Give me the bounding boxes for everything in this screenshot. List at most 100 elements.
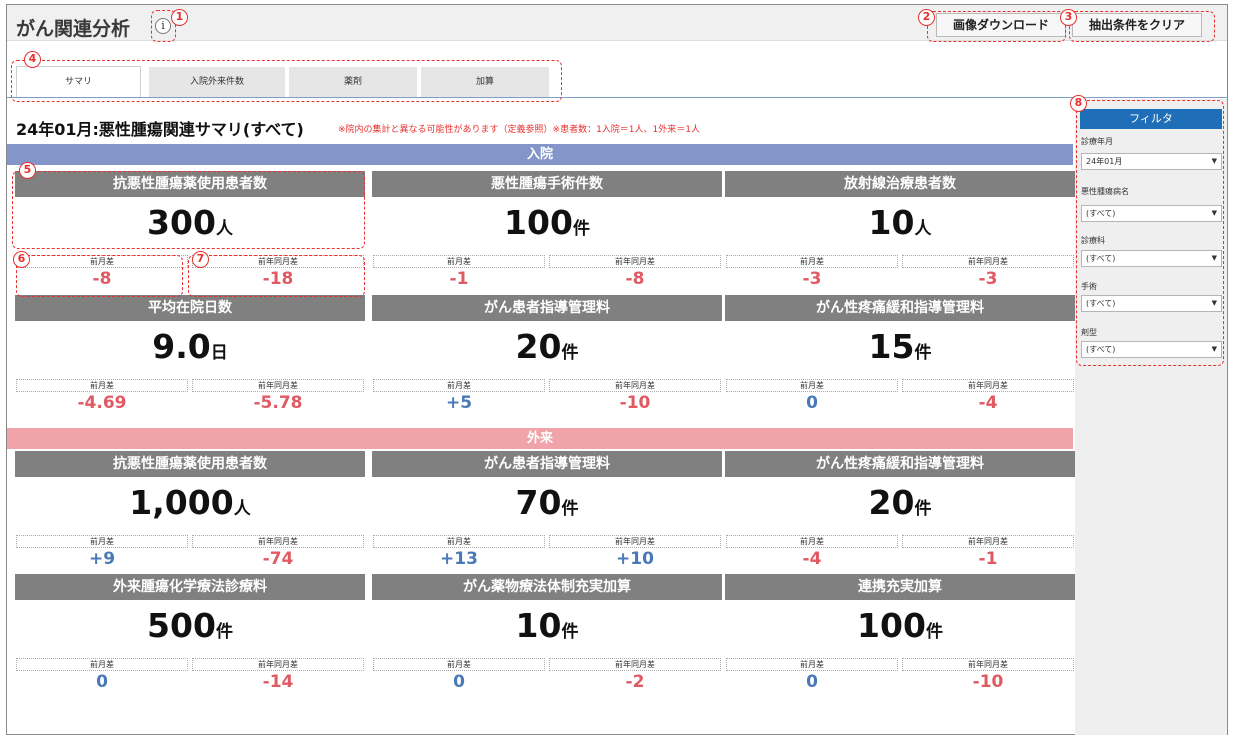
- value-number: 15: [868, 327, 915, 366]
- card-value: 100件: [725, 606, 1075, 645]
- value-unit: 件: [561, 499, 579, 519]
- month-select-value: 24年01月: [1086, 157, 1123, 166]
- card-title: がん性疼痛緩和指導管理料: [725, 451, 1075, 477]
- mom-value: +9: [88, 549, 116, 569]
- surgery-select-value: (すべて): [1086, 299, 1116, 308]
- disease-select[interactable]: (すべて) ▼: [1081, 205, 1222, 222]
- yoy-label: 前年同月差: [902, 658, 1074, 671]
- value-number: 300: [147, 203, 216, 242]
- tab-underline: [7, 97, 1227, 98]
- form-select-value: (すべて): [1086, 345, 1116, 354]
- card-value: 20件: [725, 483, 1075, 522]
- mom-label: 前月差: [373, 379, 545, 392]
- department-select[interactable]: (すべて) ▼: [1081, 250, 1222, 267]
- card-title: 平均在院日数: [15, 295, 365, 321]
- card-title: がん性疼痛緩和指導管理料: [725, 295, 1075, 321]
- form-select[interactable]: (すべて) ▼: [1081, 341, 1222, 358]
- value-number: 20: [868, 483, 915, 522]
- month-select[interactable]: 24年01月 ▼: [1081, 153, 1222, 170]
- disease-select-value: (すべて): [1086, 209, 1116, 218]
- tab-drugs[interactable]: 薬剤: [289, 67, 417, 97]
- value-unit: 人: [914, 219, 932, 239]
- value-unit: 件: [572, 219, 590, 239]
- mom-value: +5: [445, 393, 473, 413]
- value-number: 9.0: [152, 327, 211, 366]
- card-title: 外来腫瘍化学療法診療料: [15, 574, 365, 600]
- card-value: 20件: [372, 327, 722, 366]
- card-title: 抗悪性腫瘍薬使用患者数: [15, 451, 365, 477]
- tab-summary[interactable]: サマリ: [16, 66, 141, 98]
- card-value: 10人: [725, 203, 1075, 242]
- tab-additions[interactable]: 加算: [421, 67, 549, 97]
- outpatient-band: 外来: [7, 428, 1073, 449]
- inpatient-band: 入院: [7, 144, 1073, 165]
- card-title: 抗悪性腫瘍薬使用患者数: [15, 171, 365, 197]
- mom-value: -1: [449, 269, 469, 289]
- yoy-value: -3: [978, 269, 998, 289]
- yoy-label: 前年同月差: [549, 535, 721, 548]
- yoy-value: -2: [625, 672, 645, 692]
- filter-label-surgery: 手術: [1081, 282, 1097, 291]
- value-unit: 人: [215, 219, 233, 239]
- summary-note: ※院内の集計と異なる可能性があります（定義参照）※患者数：1入院＝1人、1外来＝…: [338, 125, 700, 135]
- yoy-value: -18: [262, 269, 294, 289]
- mom-value: 0: [806, 393, 818, 413]
- yoy-value: +10: [616, 549, 654, 569]
- chevron-down-icon: ▼: [1211, 209, 1217, 217]
- mom-value: -4: [802, 549, 822, 569]
- value-number: 500: [147, 606, 216, 645]
- card-title: がん患者指導管理料: [372, 451, 722, 477]
- yoy-value: -5.78: [253, 393, 303, 413]
- value-unit: 件: [914, 499, 932, 519]
- chevron-down-icon: ▼: [1211, 299, 1217, 307]
- mom-value: -3: [802, 269, 822, 289]
- value-unit: 件: [914, 343, 932, 363]
- yoy-label: 前年同月差: [192, 379, 364, 392]
- clear-filters-button[interactable]: 抽出条件をクリア: [1072, 13, 1202, 37]
- filter-label-disease: 悪性腫瘍病名: [1081, 187, 1129, 196]
- yoy-value: -14: [262, 672, 294, 692]
- value-unit: 件: [215, 622, 233, 642]
- value-number: 10: [868, 203, 915, 242]
- value-number: 10: [515, 606, 562, 645]
- info-icon[interactable]: i: [155, 18, 171, 34]
- surgery-select[interactable]: (すべて) ▼: [1081, 295, 1222, 312]
- card-title: 悪性腫瘍手術件数: [372, 171, 722, 197]
- mom-label: 前月差: [16, 658, 188, 671]
- image-download-button[interactable]: 画像ダウンロード: [936, 13, 1066, 37]
- card-value: 9.0日: [15, 327, 365, 366]
- yoy-label: 前年同月差: [549, 379, 721, 392]
- mom-label: 前月差: [16, 379, 188, 392]
- mom-label: 前月差: [726, 379, 898, 392]
- value-unit: 件: [561, 622, 579, 642]
- mom-label: 前月差: [16, 255, 188, 268]
- chevron-down-icon: ▼: [1211, 345, 1217, 353]
- mom-label: 前月差: [726, 535, 898, 548]
- chevron-down-icon: ▼: [1211, 254, 1217, 262]
- value-number: 100: [504, 203, 573, 242]
- yoy-label: 前年同月差: [192, 658, 364, 671]
- callout-number: 1: [171, 9, 188, 26]
- chevron-down-icon: ▼: [1211, 157, 1217, 165]
- card-title: 連携充実加算: [725, 574, 1075, 600]
- callout-number: 8: [1070, 95, 1087, 112]
- mom-value: -8: [92, 269, 112, 289]
- yoy-value: -74: [262, 549, 294, 569]
- mom-value: 0: [806, 672, 818, 692]
- mom-label: 前月差: [373, 658, 545, 671]
- value-unit: 件: [561, 343, 579, 363]
- mom-label: 前月差: [16, 535, 188, 548]
- yoy-label: 前年同月差: [902, 535, 1074, 548]
- callout-number: 3: [1060, 9, 1077, 26]
- yoy-label: 前年同月差: [549, 255, 721, 268]
- yoy-label: 前年同月差: [192, 255, 364, 268]
- yoy-value: -1: [978, 549, 998, 569]
- header-bar: がん関連分析 i 画像ダウンロード 抽出条件をクリア: [7, 5, 1227, 41]
- mom-value: +13: [440, 549, 478, 569]
- yoy-value: -8: [625, 269, 645, 289]
- filter-label-month: 診療年月: [1081, 137, 1113, 146]
- tab-inout-count[interactable]: 入院外来件数: [149, 67, 285, 97]
- callout-number: 7: [192, 251, 209, 268]
- mom-label: 前月差: [726, 255, 898, 268]
- filter-panel: フィルタ 診療年月 24年01月 ▼ 悪性腫瘍病名 (すべて) ▼ 診療科 (すべて…: [1075, 99, 1227, 735]
